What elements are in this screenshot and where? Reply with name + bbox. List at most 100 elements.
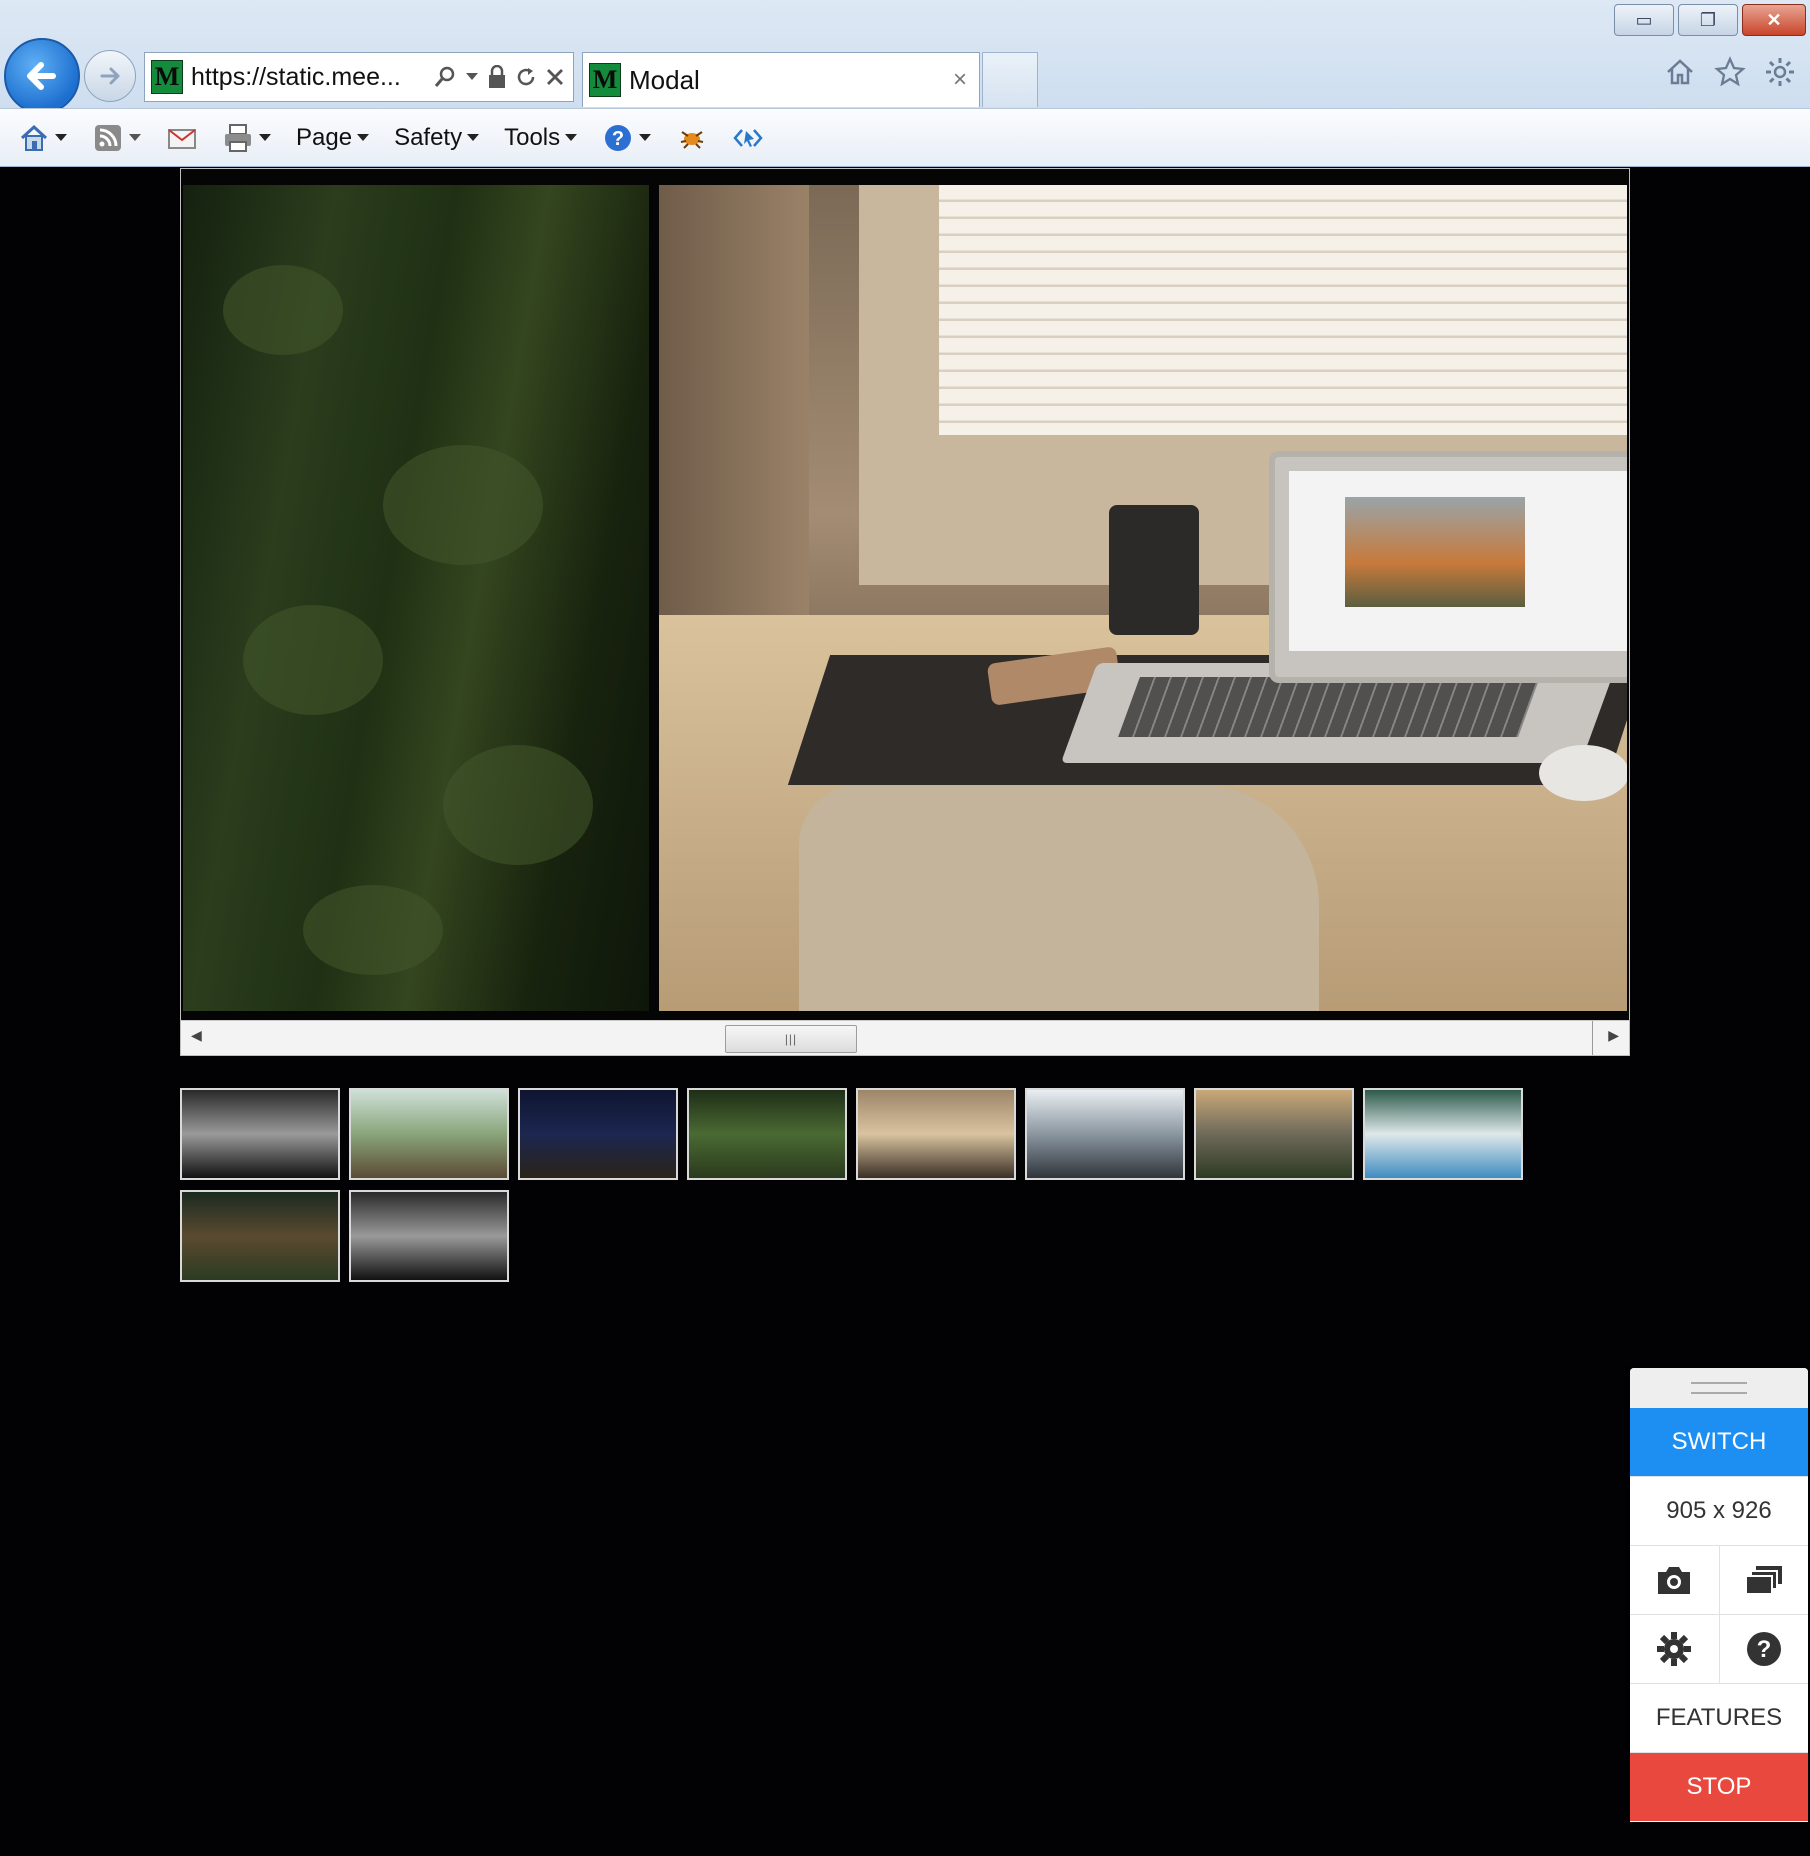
site-favicon: M — [151, 60, 183, 94]
home-icon — [20, 124, 48, 151]
close-icon: ✕ — [1766, 9, 1782, 30]
print-menu[interactable] — [222, 122, 272, 154]
photo-mouse — [1539, 745, 1627, 801]
foliage-patch — [243, 605, 383, 715]
close-window-button[interactable]: ✕ — [1742, 4, 1806, 36]
browser-chrome: ▭ ❐ ✕ M https://static.mee... M Modal × — [0, 0, 1810, 167]
thumb-spiral-stairs[interactable] — [180, 1088, 340, 1180]
safety-menu-label: Safety — [394, 123, 463, 151]
svg-text:?: ? — [612, 128, 624, 150]
thumb-lake-pier[interactable] — [349, 1088, 509, 1180]
safety-menu[interactable]: Safety — [394, 124, 480, 152]
search-icon[interactable] — [433, 65, 457, 89]
printer-icon — [225, 123, 251, 152]
restore-button[interactable]: ❐ — [1678, 4, 1738, 36]
photo-chair — [799, 785, 1319, 1011]
thumb-woods-person[interactable] — [180, 1190, 340, 1282]
foliage-patch — [383, 445, 543, 565]
minimize-button[interactable]: ▭ — [1614, 4, 1674, 36]
foliage-patch — [443, 745, 593, 865]
panel-drag-handle[interactable] — [1630, 1368, 1808, 1408]
svg-text:?: ? — [1756, 1636, 1771, 1663]
feeds-caret-icon — [129, 133, 141, 141]
stop-button[interactable]: STOP — [1630, 1753, 1808, 1821]
gear-icon — [1657, 1632, 1692, 1666]
screenshot-button[interactable] — [1630, 1546, 1719, 1614]
forward-button[interactable] — [84, 50, 136, 102]
thumb-cloudy-peaks[interactable] — [1025, 1088, 1185, 1180]
home-caret-icon — [55, 133, 67, 141]
thumb-night-sky[interactable] — [518, 1088, 678, 1180]
tab-title: Modal — [629, 64, 700, 95]
forward-arrow-icon — [100, 67, 120, 85]
research-bug-icon — [680, 130, 704, 149]
thumb-forest-aerial[interactable] — [687, 1088, 847, 1180]
dropdown-caret-icon[interactable] — [465, 72, 479, 82]
address-bar[interactable]: M https://static.mee... — [144, 52, 574, 102]
url-host: static.mee... — [266, 62, 401, 91]
settings-button[interactable] — [1630, 1615, 1719, 1683]
address-bar-actions — [433, 65, 565, 89]
thumb-bridge-underside[interactable] — [1363, 1088, 1523, 1180]
settings-gear-icon[interactable] — [1764, 56, 1796, 88]
url-scheme: https:// — [191, 62, 267, 91]
help-button[interactable]: ? — [1718, 1615, 1809, 1683]
foliage-patch — [303, 885, 443, 975]
address-url[interactable]: https://static.mee... — [191, 63, 433, 92]
horizontal-scrollbar[interactable]: ◀ ||| ▶ — [181, 1020, 1629, 1055]
camera-icon — [1658, 1567, 1691, 1594]
scroll-right-arrow-icon[interactable]: ▶ — [1608, 1027, 1619, 1044]
mail-icon — [168, 128, 196, 149]
tab-modal[interactable]: M Modal × — [582, 52, 980, 107]
lock-icon[interactable] — [487, 65, 507, 89]
thumb-mountain-valley[interactable] — [1194, 1088, 1354, 1180]
grip-icon — [1691, 1382, 1747, 1394]
read-mail-button[interactable] — [166, 122, 198, 154]
scroll-thumb[interactable]: ||| — [725, 1025, 857, 1053]
tab-favicon: M — [589, 63, 621, 97]
stop-icon[interactable] — [545, 67, 565, 87]
thumb-spiral-stairs-2[interactable] — [349, 1190, 509, 1282]
scroll-left-arrow-icon[interactable]: ◀ — [191, 1027, 202, 1044]
refresh-icon[interactable] — [515, 66, 537, 88]
page-menu[interactable]: Page — [296, 124, 370, 152]
photo-pen-cup — [1109, 505, 1199, 635]
thumb-desk-laptop[interactable] — [856, 1088, 1016, 1180]
panel-icon-row-2: ? — [1630, 1615, 1808, 1684]
layers-icon — [1744, 1566, 1782, 1595]
photo-keyboard — [1118, 677, 1540, 737]
desk-laptop-image — [659, 185, 1627, 1011]
home-menu[interactable] — [18, 122, 68, 154]
photo-horse-picture — [1345, 497, 1525, 607]
rss-feed-icon — [95, 124, 121, 151]
tools-caret-icon — [565, 133, 578, 141]
panel-icon-row — [1630, 1546, 1808, 1615]
features-button[interactable]: FEATURES — [1630, 1684, 1808, 1753]
new-tab-button[interactable] — [982, 52, 1038, 107]
favorites-star-icon[interactable] — [1714, 56, 1746, 88]
tab-close-icon[interactable]: × — [953, 66, 967, 94]
tools-menu[interactable]: Tools — [504, 124, 578, 152]
image-viewer: ◀ ||| ▶ — [180, 168, 1630, 1056]
feeds-menu[interactable] — [92, 122, 142, 154]
minimize-icon: ▭ — [1635, 9, 1653, 30]
tools-menu-label: Tools — [504, 123, 561, 151]
tool-panel: SWITCH 905 x 926 ? FEATURES STOP — [1630, 1368, 1808, 1822]
safety-caret-icon — [467, 133, 480, 141]
dev-tools-button[interactable] — [732, 122, 764, 154]
command-bar: Page Safety Tools ? — [0, 108, 1810, 166]
switch-button[interactable]: SWITCH — [1630, 1408, 1808, 1477]
help-icon: ? — [605, 124, 632, 151]
resolution-display[interactable]: 905 x 926 — [1630, 1477, 1808, 1546]
foliage-patch — [223, 265, 343, 355]
scroll-divider — [1592, 1021, 1593, 1055]
help-menu[interactable]: ? — [602, 122, 652, 154]
home-icon[interactable] — [1664, 56, 1696, 88]
forest-aerial-image — [183, 185, 649, 1011]
back-arrow-icon — [27, 62, 56, 90]
back-button[interactable] — [4, 38, 80, 114]
help-icon: ? — [1746, 1632, 1781, 1666]
photo-blinds — [939, 185, 1627, 435]
research-button[interactable] — [676, 122, 708, 154]
gallery-button[interactable] — [1718, 1546, 1809, 1614]
